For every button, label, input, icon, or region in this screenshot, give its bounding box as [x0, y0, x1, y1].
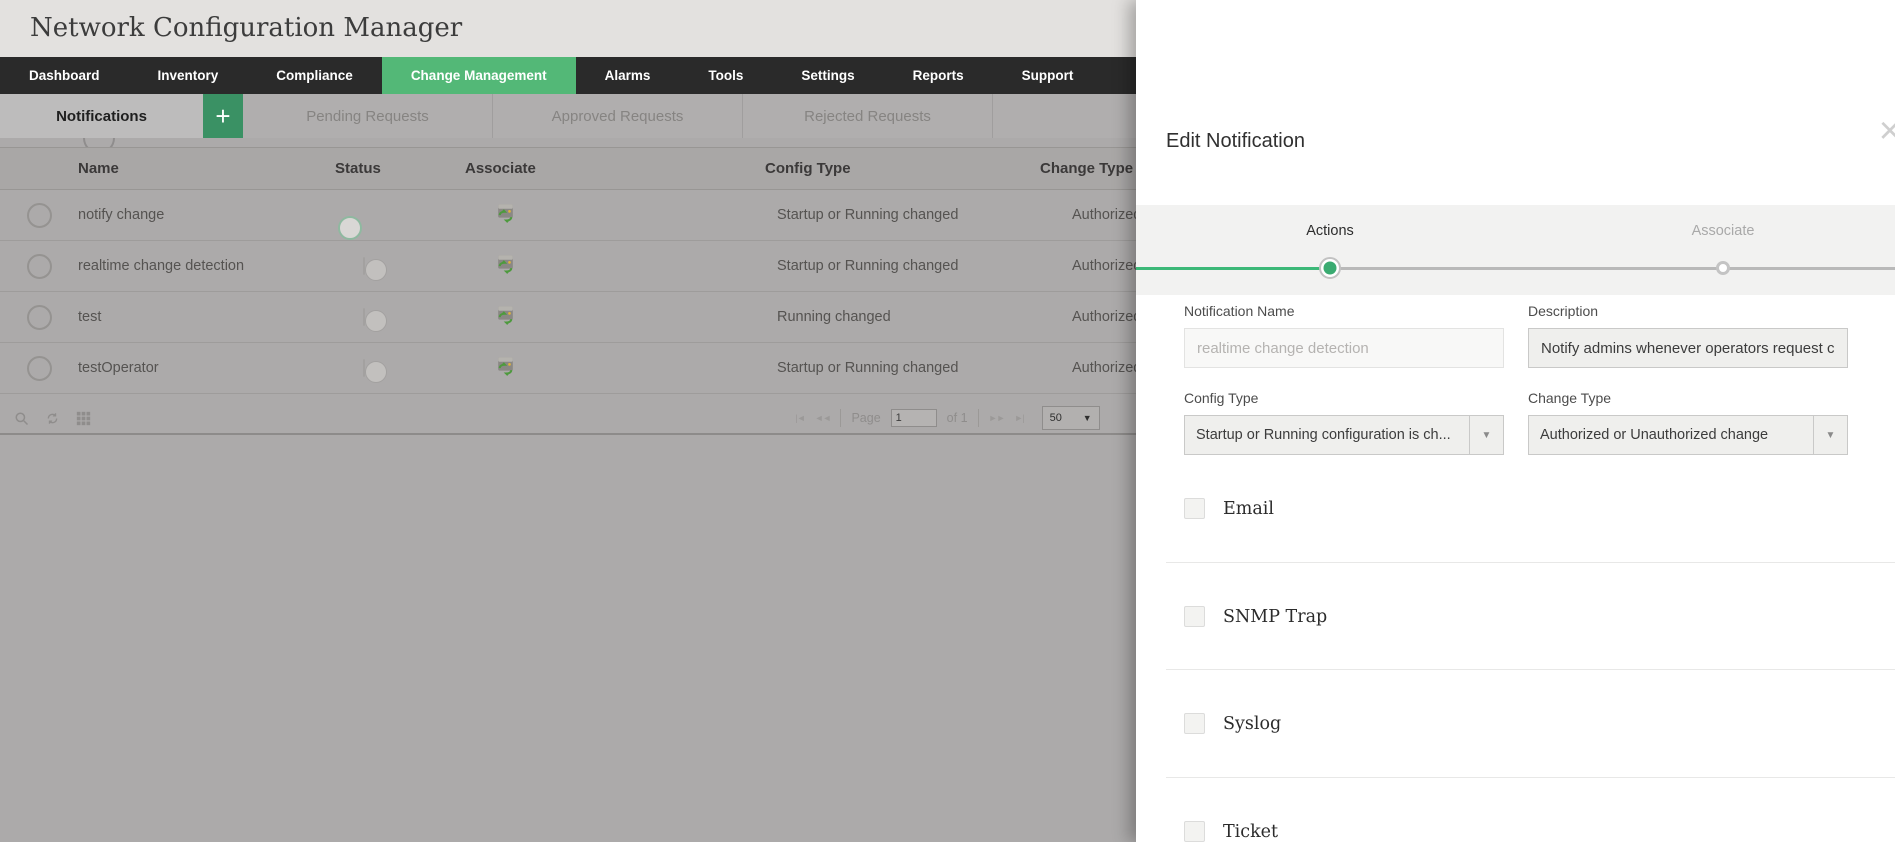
syslog-checkbox[interactable] — [1184, 713, 1205, 734]
step-actions-dot[interactable] — [1319, 257, 1341, 279]
header-status: Status — [335, 160, 381, 177]
syslog-label: Syslog — [1223, 713, 1282, 734]
tab-notifications[interactable]: Notifications — [0, 94, 203, 138]
config-type-label: Config Type — [1184, 390, 1259, 406]
page-of-label: of 1 — [946, 411, 968, 425]
chevron-down-icon: ▼ — [1469, 416, 1503, 454]
row-config-type: Running changed — [777, 309, 891, 325]
page-label: Page — [851, 411, 881, 425]
grid-view-icon[interactable] — [76, 411, 91, 426]
row-name: testOperator — [78, 360, 159, 376]
tab-pending-requests[interactable]: Pending Requests — [243, 94, 493, 138]
row-config-type: Startup or Running changed — [777, 258, 959, 274]
row-radio[interactable] — [26, 355, 52, 381]
first-page-button[interactable]: |◄ — [795, 413, 805, 423]
close-icon[interactable]: × — [1879, 112, 1895, 150]
table-search-icon[interactable] — [14, 411, 29, 426]
nav-reports[interactable]: Reports — [884, 57, 993, 94]
associate-device-icon[interactable] — [495, 203, 516, 229]
pager-divider — [977, 409, 979, 427]
section-divider — [1166, 562, 1895, 563]
tab-rejected-requests[interactable]: Rejected Requests — [743, 94, 993, 138]
row-radio[interactable] — [26, 202, 52, 228]
description-input[interactable] — [1528, 328, 1848, 368]
change-type-label: Change Type — [1528, 390, 1612, 406]
email-option-row: Email — [1184, 498, 1274, 519]
ticket-checkbox[interactable] — [1184, 821, 1205, 842]
toggle-knob — [365, 310, 387, 332]
associate-device-icon[interactable] — [495, 254, 516, 280]
panel-title: Edit Notification — [1166, 130, 1305, 152]
associate-device-icon[interactable] — [495, 356, 516, 382]
header-associate: Associate — [465, 160, 536, 177]
nav-dashboard[interactable]: Dashboard — [0, 57, 129, 94]
row-name: test — [78, 309, 102, 325]
row-name: realtime change detection — [78, 258, 245, 274]
step-actions[interactable]: Actions — [1306, 223, 1354, 239]
row-config-type: Startup or Running changed — [777, 360, 959, 376]
page-number-input[interactable] — [890, 409, 937, 427]
step-associate[interactable]: Associate — [1692, 223, 1755, 239]
step-actions-dot-core — [1323, 261, 1337, 275]
header-config-type: Config Type — [765, 160, 851, 177]
refresh-icon[interactable] — [45, 411, 60, 426]
config-type-value: Startup or Running configuration is ch..… — [1196, 427, 1451, 443]
nav-change-management[interactable]: Change Management — [381, 57, 576, 94]
tab-approved-requests[interactable]: Approved Requests — [493, 94, 743, 138]
wizard-stepper: Actions Associate — [1136, 205, 1895, 295]
nav-support[interactable]: Support — [993, 57, 1103, 94]
nav-settings[interactable]: Settings — [772, 57, 883, 94]
stepper-progress — [1136, 267, 1330, 270]
edit-notification-panel: Edit Notification × Actions Associate No… — [1136, 0, 1895, 842]
pager-divider — [840, 409, 842, 427]
nav-compliance[interactable]: Compliance — [247, 57, 382, 94]
toggle-knob — [338, 216, 362, 240]
notification-name-label: Notification Name — [1184, 303, 1295, 319]
stepper-track — [1136, 267, 1895, 270]
nav-tools[interactable]: Tools — [679, 57, 772, 94]
page-size-select[interactable]: 50 ▼ — [1041, 406, 1100, 430]
app-title: Network Configuration Manager — [30, 13, 463, 43]
snmp-trap-label: SNMP Trap — [1223, 606, 1328, 627]
row-config-type: Startup or Running changed — [777, 207, 959, 223]
add-notification-button[interactable]: + — [203, 94, 243, 138]
last-page-button[interactable]: ►| — [1014, 413, 1024, 423]
row-radio[interactable] — [26, 304, 52, 330]
email-checkbox[interactable] — [1184, 498, 1205, 519]
email-label: Email — [1223, 498, 1274, 519]
ticket-option-row: Ticket — [1184, 821, 1278, 842]
toggle-knob — [365, 259, 387, 281]
toggle-knob — [365, 361, 387, 383]
pager-controls: |◄ ◄◄ Page of 1 ►► ►| 50 ▼ — [795, 406, 1100, 430]
screen: Network Configuration Manager Dashboard … — [0, 0, 1895, 842]
page-size-dropdown-arrow: ▼ — [1082, 413, 1092, 423]
chevron-down-icon: ▼ — [1813, 416, 1847, 454]
status-toggle[interactable] — [363, 308, 387, 332]
row-radio[interactable] — [26, 253, 52, 279]
status-toggle[interactable] — [363, 257, 387, 281]
prev-page-button[interactable]: ◄◄ — [815, 413, 832, 423]
page-size-value: 50 — [1049, 412, 1062, 424]
associate-device-icon[interactable] — [495, 305, 516, 331]
row-name: notify change — [78, 207, 165, 223]
snmp-trap-option-row: SNMP Trap — [1184, 606, 1327, 627]
status-toggle[interactable] — [363, 359, 387, 383]
nav-alarms[interactable]: Alarms — [576, 57, 680, 94]
config-type-select[interactable]: Startup or Running configuration is ch..… — [1184, 415, 1504, 455]
section-divider — [1166, 669, 1895, 670]
notification-name-input[interactable] — [1184, 328, 1504, 368]
section-divider — [1166, 777, 1895, 778]
next-page-button[interactable]: ►► — [989, 413, 1006, 423]
description-label: Description — [1528, 303, 1599, 319]
syslog-option-row: Syslog — [1184, 713, 1281, 734]
ticket-label: Ticket — [1223, 821, 1279, 842]
header-name: Name — [78, 160, 119, 177]
table-tools — [14, 411, 91, 426]
nav-inventory[interactable]: Inventory — [129, 57, 248, 94]
change-type-select[interactable]: Authorized or Unauthorized change ▼ — [1528, 415, 1848, 455]
step-associate-dot[interactable] — [1716, 261, 1730, 275]
snmp-trap-checkbox[interactable] — [1184, 606, 1205, 627]
change-type-value: Authorized or Unauthorized change — [1540, 427, 1769, 443]
